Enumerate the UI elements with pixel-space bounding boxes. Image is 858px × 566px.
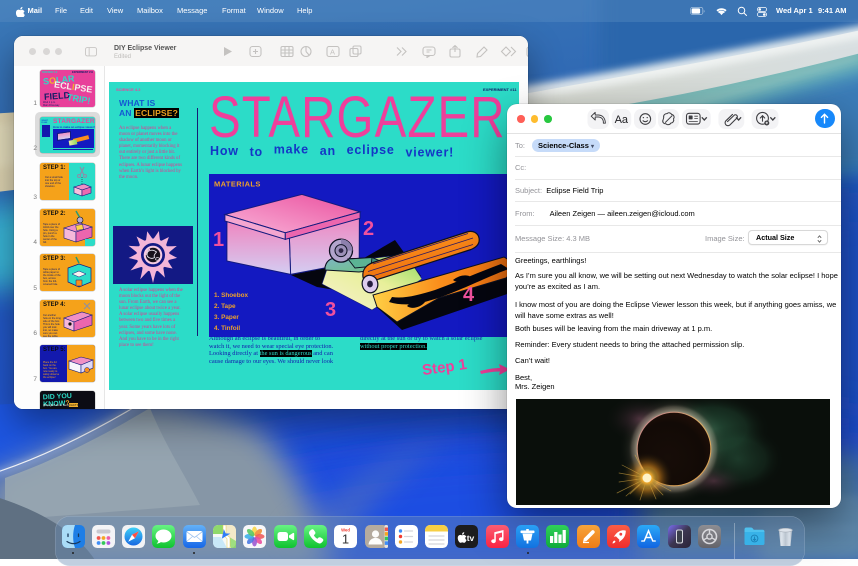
svg-text:1: 1 — [342, 532, 349, 547]
svg-text:2: 2 — [363, 218, 374, 240]
svg-text:A: A — [330, 48, 335, 57]
svg-text:MATERIALS: MATERIALS — [214, 180, 261, 189]
svg-text:1. Shoebox: 1. Shoebox — [214, 292, 249, 299]
svg-text:4: 4 — [463, 284, 475, 306]
svg-text:1: 1 — [213, 229, 224, 251]
svg-text:3: 3 — [325, 299, 336, 321]
svg-text:tv: tv — [467, 533, 475, 543]
svg-text:4. Tinfoil: 4. Tinfoil — [214, 325, 240, 332]
svg-text:Aa: Aa — [615, 114, 629, 126]
svg-text:3. Paper: 3. Paper — [214, 314, 239, 321]
svg-text:2. Tape: 2. Tape — [214, 303, 236, 310]
